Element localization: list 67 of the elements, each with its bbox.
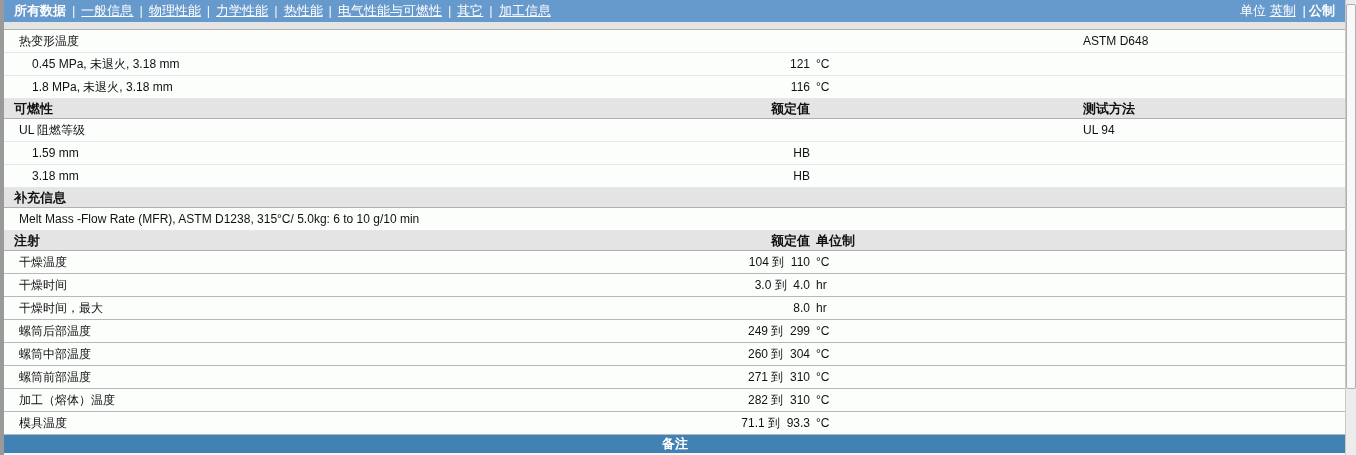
separator-text: |: [274, 2, 278, 21]
section-title: 补充信息: [14, 189, 66, 205]
nav-link[interactable]: 热性能: [283, 1, 323, 21]
unit-text: °C: [816, 393, 830, 407]
unit-link[interactable]: 英制: [1269, 1, 1296, 21]
unit-text: hr: [816, 301, 827, 315]
unit-link[interactable]: 公制: [1309, 1, 1335, 21]
value-text: 71.1 到 93.3: [741, 416, 810, 430]
unit-text: °C: [816, 347, 830, 361]
nav-link[interactable]: 所有数据: [14, 1, 66, 21]
property-label: 干燥温度: [19, 255, 67, 269]
section-title: 可燃性: [14, 100, 53, 116]
property-label: 1.59 mm: [32, 146, 79, 160]
property-label: UL 阻燃等级: [19, 123, 86, 137]
property-label: 1.8 MPa, 未退火, 3.18 mm: [32, 80, 173, 94]
unit-text: °C: [816, 80, 830, 94]
test-method-text: UL 94: [1083, 123, 1115, 137]
property-label: 模具温度: [19, 416, 67, 430]
scrollbar[interactable]: [1345, 0, 1356, 455]
property-label: 加工（熔体）温度: [19, 393, 115, 407]
test-method-text: ASTM D648: [1083, 34, 1149, 48]
nav-link[interactable]: 物理性能: [148, 1, 201, 21]
value-text: 116: [790, 80, 810, 94]
value-text: 260 到 304: [747, 347, 810, 361]
column-heading: 额定值: [771, 100, 810, 116]
property-label: 干燥时间: [19, 278, 67, 292]
unit-text: °C: [816, 324, 830, 338]
separator-text: |: [328, 2, 332, 21]
unit-text: hr: [816, 278, 827, 292]
value-text: HB: [793, 169, 810, 183]
property-label: 0.45 MPa, 未退火, 3.18 mm: [32, 57, 180, 71]
property-label: 螺筒后部温度: [19, 324, 91, 338]
unit-text: °C: [816, 255, 830, 269]
separator-text: |: [489, 2, 493, 21]
value-text: 271 到 310: [747, 370, 810, 384]
property-label: 3.18 mm: [32, 169, 79, 183]
value-text: 249 到 299: [747, 324, 810, 338]
property-label: Melt Mass -Flow Rate (MFR), ASTM D1238, 315°C/ 5.0kg: 6 to 10 g/10 min: [19, 212, 420, 226]
separator-text: |: [72, 2, 76, 21]
property-label: 热变形温度: [19, 34, 79, 48]
column-heading: 单位制: [816, 232, 855, 248]
nav-link[interactable]: 一般信息: [81, 1, 134, 21]
value-text: 104 到 110: [748, 255, 810, 269]
nav-link[interactable]: 加工信息: [498, 1, 551, 21]
separator-text: |: [1302, 2, 1306, 21]
column-heading: 额定值: [771, 232, 810, 248]
value-text: 282 到 310: [747, 393, 810, 407]
nav-link[interactable]: 其它: [457, 1, 484, 21]
unit-text: °C: [816, 57, 830, 71]
nav-link[interactable]: 力学性能: [216, 1, 269, 21]
section-title: 注射: [14, 232, 40, 248]
unit-label: 单位: [1239, 2, 1266, 21]
value-text: HB: [793, 146, 810, 160]
value-text: 3.0 到 4.0: [754, 278, 810, 292]
value-text: 8.0: [793, 301, 810, 315]
unit-text: °C: [816, 370, 830, 384]
separator-text: |: [447, 2, 452, 21]
property-label: 干燥时间，最大: [19, 301, 103, 315]
property-label: 螺筒中部温度: [19, 347, 91, 361]
separator-text: |: [206, 2, 211, 21]
column-heading: 测试方法: [1083, 100, 1135, 116]
nav-link[interactable]: 电气性能与可燃性: [337, 1, 442, 21]
value-text: 121: [789, 57, 810, 71]
footer-title: 备注: [661, 435, 688, 454]
property-label: 螺筒前部温度: [19, 370, 91, 384]
separator-text: |: [139, 2, 143, 21]
unit-text: °C: [816, 416, 830, 430]
